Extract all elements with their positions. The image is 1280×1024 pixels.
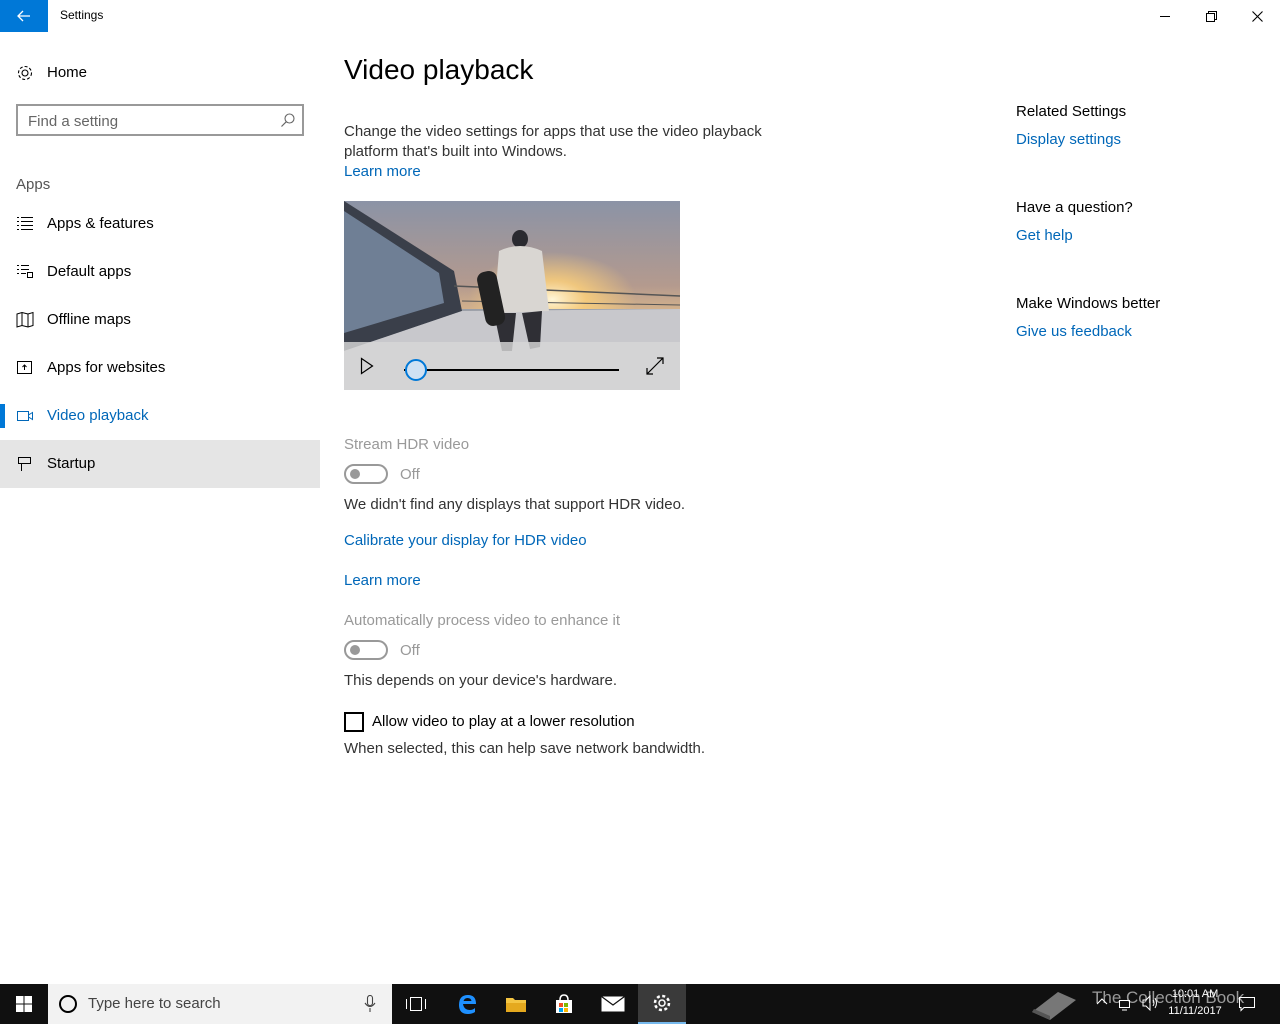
gear-icon bbox=[16, 64, 34, 87]
auto-process-label: Automatically process video to enhance i… bbox=[344, 612, 620, 629]
restore-button[interactable] bbox=[1188, 0, 1234, 32]
task-view-button[interactable] bbox=[392, 984, 440, 1024]
taskbar-search-box[interactable]: Type here to search bbox=[48, 984, 392, 1024]
sidebar-item-label: Apps for websites bbox=[47, 359, 166, 376]
question-heading: Have a question? bbox=[1016, 199, 1133, 216]
lower-resolution-label[interactable]: Allow video to play at a lower resolutio… bbox=[372, 713, 635, 730]
get-help-link[interactable]: Get help bbox=[1016, 227, 1073, 244]
gear-icon bbox=[653, 994, 671, 1012]
mail-icon bbox=[601, 996, 625, 1012]
clock-date[interactable]: 11/11/2017 bbox=[1164, 1005, 1226, 1017]
restore-icon bbox=[1205, 10, 1217, 22]
close-icon bbox=[1251, 10, 1263, 22]
sidebar-item-default-apps[interactable]: Default apps bbox=[0, 248, 320, 296]
auto-process-state: Off bbox=[400, 642, 420, 659]
task-view-icon bbox=[406, 997, 426, 1011]
home-label: Home bbox=[47, 64, 88, 81]
home-nav-item[interactable]: Home bbox=[0, 56, 320, 90]
start-button[interactable] bbox=[0, 984, 48, 1024]
make-windows-better-heading: Make Windows better bbox=[1016, 295, 1161, 312]
video-preview bbox=[344, 201, 680, 390]
sidebar-item-label: Startup bbox=[47, 455, 96, 472]
windows-logo-icon bbox=[16, 996, 32, 1012]
hdr-learn-more-link[interactable]: Learn more bbox=[344, 572, 421, 589]
fullscreen-icon bbox=[646, 357, 664, 375]
map-icon bbox=[16, 311, 34, 329]
video-controls-bar bbox=[344, 342, 680, 390]
link-icon bbox=[16, 359, 34, 377]
toggle-knob bbox=[350, 469, 360, 479]
clock-time[interactable]: 10:01 AM bbox=[1164, 988, 1226, 1000]
volume-icon[interactable] bbox=[1142, 995, 1160, 1011]
sidebar: Home Apps Apps & features bbox=[0, 32, 320, 984]
video-seek-track[interactable] bbox=[404, 369, 619, 371]
lower-resolution-checkbox[interactable] bbox=[344, 712, 364, 732]
settings-taskbar-button[interactable] bbox=[638, 984, 686, 1024]
feedback-link[interactable]: Give us feedback bbox=[1016, 323, 1132, 340]
search-box[interactable] bbox=[16, 104, 304, 136]
minimize-button[interactable] bbox=[1142, 0, 1188, 32]
search-input[interactable] bbox=[28, 111, 268, 131]
stream-hdr-label: Stream HDR video bbox=[344, 436, 470, 453]
sidebar-item-apps-for-websites[interactable]: Apps for websites bbox=[0, 344, 320, 392]
taskbar: Type here to search The Collection Book … bbox=[0, 984, 1280, 1024]
page-description: Change the video settings for apps that … bbox=[344, 122, 774, 182]
calibrate-hdr-link[interactable]: Calibrate your display for HDR video bbox=[344, 532, 587, 549]
edge-icon bbox=[459, 995, 476, 1014]
cortana-icon bbox=[59, 995, 77, 1013]
sidebar-item-label: Default apps bbox=[47, 263, 132, 280]
stream-hdr-state: Off bbox=[400, 466, 420, 483]
chevron-up-icon[interactable] bbox=[1096, 996, 1108, 1008]
mail-button[interactable] bbox=[589, 984, 637, 1024]
file-explorer-button[interactable] bbox=[492, 984, 540, 1024]
edge-button[interactable] bbox=[443, 984, 491, 1024]
toggle-knob bbox=[350, 645, 360, 655]
startup-icon bbox=[16, 455, 34, 473]
hdr-note: We didn't find any displays that support… bbox=[344, 496, 686, 513]
related-settings-heading: Related Settings bbox=[1016, 103, 1127, 120]
action-center-icon[interactable] bbox=[1238, 996, 1256, 1012]
description-text: Change the video settings for apps that … bbox=[344, 123, 762, 160]
microphone-icon[interactable] bbox=[364, 995, 376, 1013]
taskbar-search-placeholder: Type here to search bbox=[88, 995, 221, 1012]
window-title: Settings bbox=[60, 8, 104, 22]
display-settings-link[interactable]: Display settings bbox=[1016, 131, 1121, 148]
title-bar: Settings bbox=[0, 0, 1280, 32]
search-icon[interactable] bbox=[280, 112, 296, 133]
store-icon bbox=[556, 994, 572, 1013]
play-button[interactable] bbox=[360, 357, 374, 380]
section-header-apps: Apps bbox=[16, 176, 51, 193]
sidebar-item-offline-maps[interactable]: Offline maps bbox=[0, 296, 320, 344]
auto-process-note: This depends on your device's hardware. bbox=[344, 672, 618, 689]
list-icon bbox=[16, 215, 34, 233]
sidebar-item-label: Offline maps bbox=[47, 311, 131, 328]
sidebar-item-video-playback[interactable]: Video playback bbox=[0, 392, 320, 440]
close-button[interactable] bbox=[1234, 0, 1280, 32]
play-icon bbox=[360, 357, 374, 375]
video-seek-thumb[interactable] bbox=[405, 359, 427, 381]
fullscreen-button[interactable] bbox=[646, 357, 664, 380]
video-icon bbox=[16, 407, 34, 425]
folder-icon bbox=[506, 998, 526, 1012]
sidebar-item-startup[interactable]: Startup bbox=[0, 440, 320, 488]
lower-resolution-note: When selected, this can help save networ… bbox=[344, 740, 706, 757]
stream-hdr-toggle[interactable] bbox=[344, 464, 388, 484]
default-apps-icon bbox=[16, 263, 34, 281]
sidebar-item-apps-features[interactable]: Apps & features bbox=[0, 200, 320, 248]
back-button[interactable] bbox=[0, 0, 48, 32]
store-button[interactable] bbox=[540, 984, 588, 1024]
back-arrow-icon bbox=[17, 10, 30, 22]
learn-more-link[interactable]: Learn more bbox=[344, 162, 774, 182]
page-title: Video playback bbox=[344, 54, 534, 85]
auto-process-toggle[interactable] bbox=[344, 640, 388, 660]
watermark-book-logo bbox=[1032, 992, 1076, 1020]
sidebar-item-label: Apps & features bbox=[47, 215, 154, 232]
network-icon[interactable] bbox=[1118, 995, 1134, 1011]
sidebar-item-label: Video playback bbox=[47, 407, 149, 424]
minimize-icon bbox=[1160, 16, 1170, 17]
